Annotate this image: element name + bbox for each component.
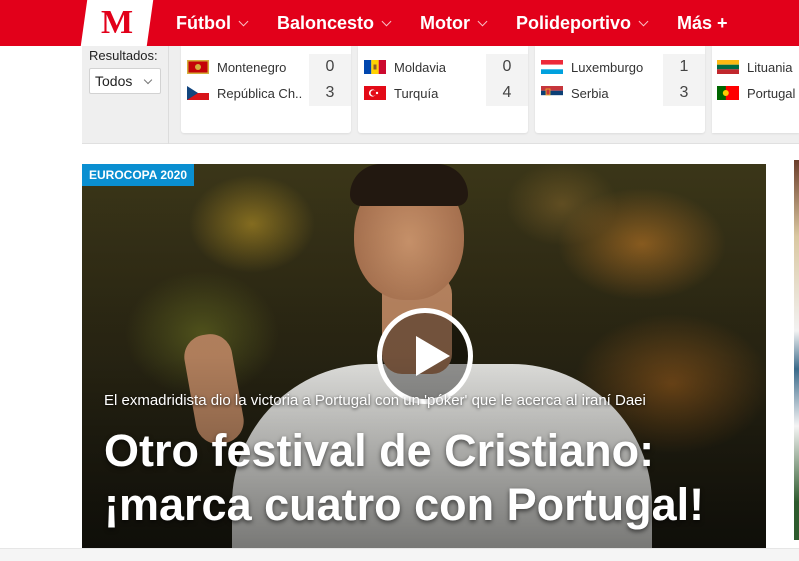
nav-item-motor[interactable]: Motor — [420, 12, 488, 34]
results-strip: Resultados: Todos Montenegro 0 República… — [82, 46, 799, 144]
team-name: Lituania — [747, 60, 793, 75]
portugal-flag-icon — [717, 86, 739, 100]
match-row-away: República Ch... 3 — [181, 80, 351, 106]
article-headline[interactable]: Otro festival de Cristiano: ¡marca cuatr… — [104, 424, 754, 532]
team-name: Luxemburgo — [571, 60, 644, 75]
main-nav: Fútbol Baloncesto Motor Polideportivo Má… — [176, 0, 728, 46]
serbia-flag-icon — [541, 86, 563, 100]
match-card[interactable]: Lituania Portugal — [712, 46, 799, 133]
play-icon — [416, 336, 450, 376]
match-row-away: Serbia 3 — [535, 80, 705, 106]
nav-label: Polideportivo — [516, 12, 632, 33]
match-row-home: Montenegro 0 — [181, 54, 351, 80]
moldova-flag-icon — [364, 60, 386, 74]
lithuania-flag-icon — [717, 60, 739, 74]
montenegro-flag-icon — [187, 60, 209, 74]
match-row-away: Turquía 4 — [358, 80, 528, 106]
nav-item-mas[interactable]: Más + — [677, 13, 728, 34]
nav-item-futbol[interactable]: Fútbol — [176, 12, 249, 34]
team-name: Portugal — [747, 86, 796, 101]
czech-flag-icon — [187, 86, 209, 100]
results-filter-value: Todos — [95, 73, 133, 89]
nav-label: Baloncesto — [276, 12, 375, 33]
results-label: Resultados: — [89, 48, 158, 63]
category-badge[interactable]: EUROCOPA 2020 — [82, 164, 195, 186]
match-card[interactable]: Luxemburgo 1 Serbia 3 — [535, 46, 705, 133]
hero-article[interactable]: EUROCOPA 2020 El exmadridista dio la vic… — [82, 164, 766, 548]
team-score: 4 — [486, 80, 528, 106]
results-filter-select[interactable]: Todos — [89, 68, 161, 94]
team-score: 0 — [309, 54, 351, 80]
match-row-away: Portugal — [712, 80, 799, 106]
chevron-down-icon — [638, 16, 649, 26]
team-score: 3 — [309, 80, 351, 106]
top-navigation-bar: M Fútbol Baloncesto Motor Polideportivo … — [0, 0, 799, 46]
nav-item-polideportivo[interactable]: Polideportivo — [516, 12, 649, 34]
match-row-home: Luxemburgo 1 — [535, 54, 705, 80]
chevron-down-icon — [238, 16, 249, 26]
team-name: Serbia — [571, 86, 609, 101]
article-subtitle[interactable]: El exmadridista dio la victoria a Portug… — [104, 392, 744, 409]
turkey-flag-icon — [364, 86, 386, 100]
nav-label: Más + — [677, 12, 728, 33]
team-name: Montenegro — [217, 60, 287, 75]
match-row-home: Lituania — [712, 54, 799, 80]
team-name: República Ch... — [217, 86, 303, 101]
chevron-down-icon — [381, 16, 392, 26]
logo-letter: M — [100, 4, 134, 41]
video-play-button[interactable] — [377, 308, 473, 404]
team-score: 3 — [663, 80, 705, 106]
team-name: Turquía — [394, 86, 439, 101]
page-bottom-edge — [0, 548, 799, 561]
team-name: Moldavia — [394, 60, 447, 75]
match-card[interactable]: Moldavia 0 Turquía 4 — [358, 46, 528, 133]
divider — [168, 46, 169, 144]
adjacent-article-thumbnail[interactable] — [794, 160, 799, 540]
chevron-down-icon — [143, 75, 153, 85]
marca-logo[interactable]: M — [80, 0, 154, 46]
nav-label: Fútbol — [176, 12, 231, 33]
team-score: 1 — [663, 54, 705, 80]
nav-item-baloncesto[interactable]: Baloncesto — [276, 12, 392, 34]
match-row-home: Moldavia 0 — [358, 54, 528, 80]
luxembourg-flag-icon — [541, 60, 563, 74]
chevron-down-icon — [477, 16, 488, 26]
match-card[interactable]: Montenegro 0 República Ch... 3 — [181, 46, 351, 133]
nav-label: Motor — [420, 12, 470, 33]
team-score: 0 — [486, 54, 528, 80]
